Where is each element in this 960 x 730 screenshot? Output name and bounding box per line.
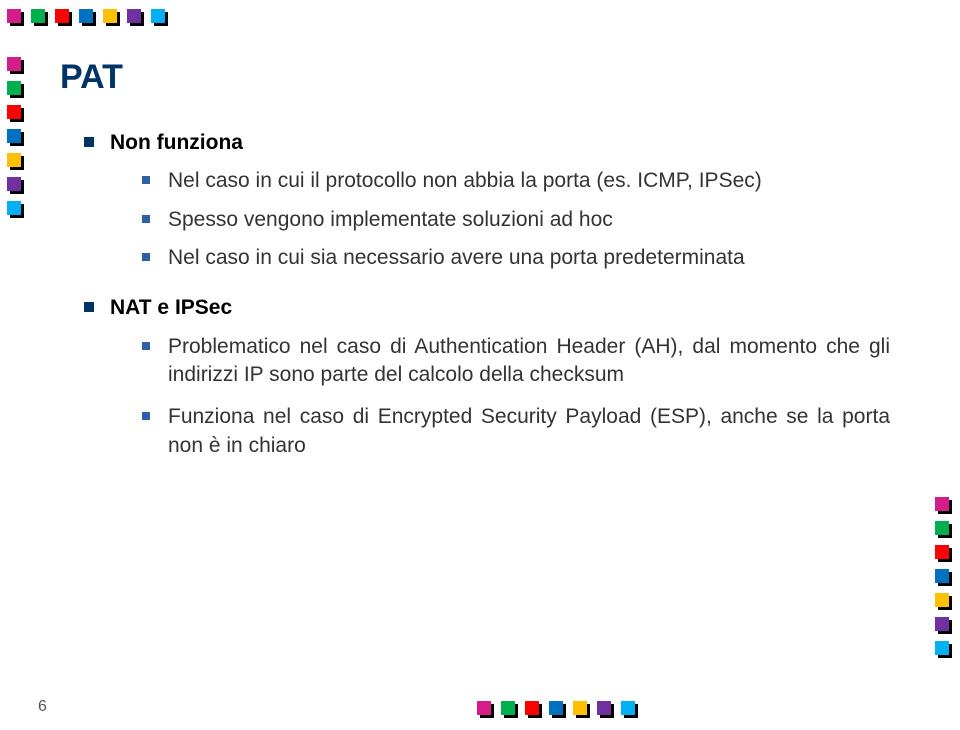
slide-title: PAT	[60, 55, 890, 101]
slide-content: PAT Non funziona Nel caso in cui il prot…	[60, 55, 890, 470]
bullet-level2: Nel caso in cui il protocollo non abbia …	[142, 167, 890, 195]
bullet-level2: Funziona nel caso di Encrypted Security …	[142, 403, 890, 460]
bullet-level2: Spesso vengono implementate soluzioni ad…	[142, 206, 890, 234]
page-number: 6	[38, 698, 47, 716]
bullet-level2: Nel caso in cui sia necessario avere una…	[142, 244, 890, 272]
bullet-level2: Problematico nel caso di Authentication …	[142, 333, 890, 390]
bullet-level1: NAT e IPSec	[84, 294, 890, 322]
bullet-level1: Non funziona	[84, 129, 890, 157]
